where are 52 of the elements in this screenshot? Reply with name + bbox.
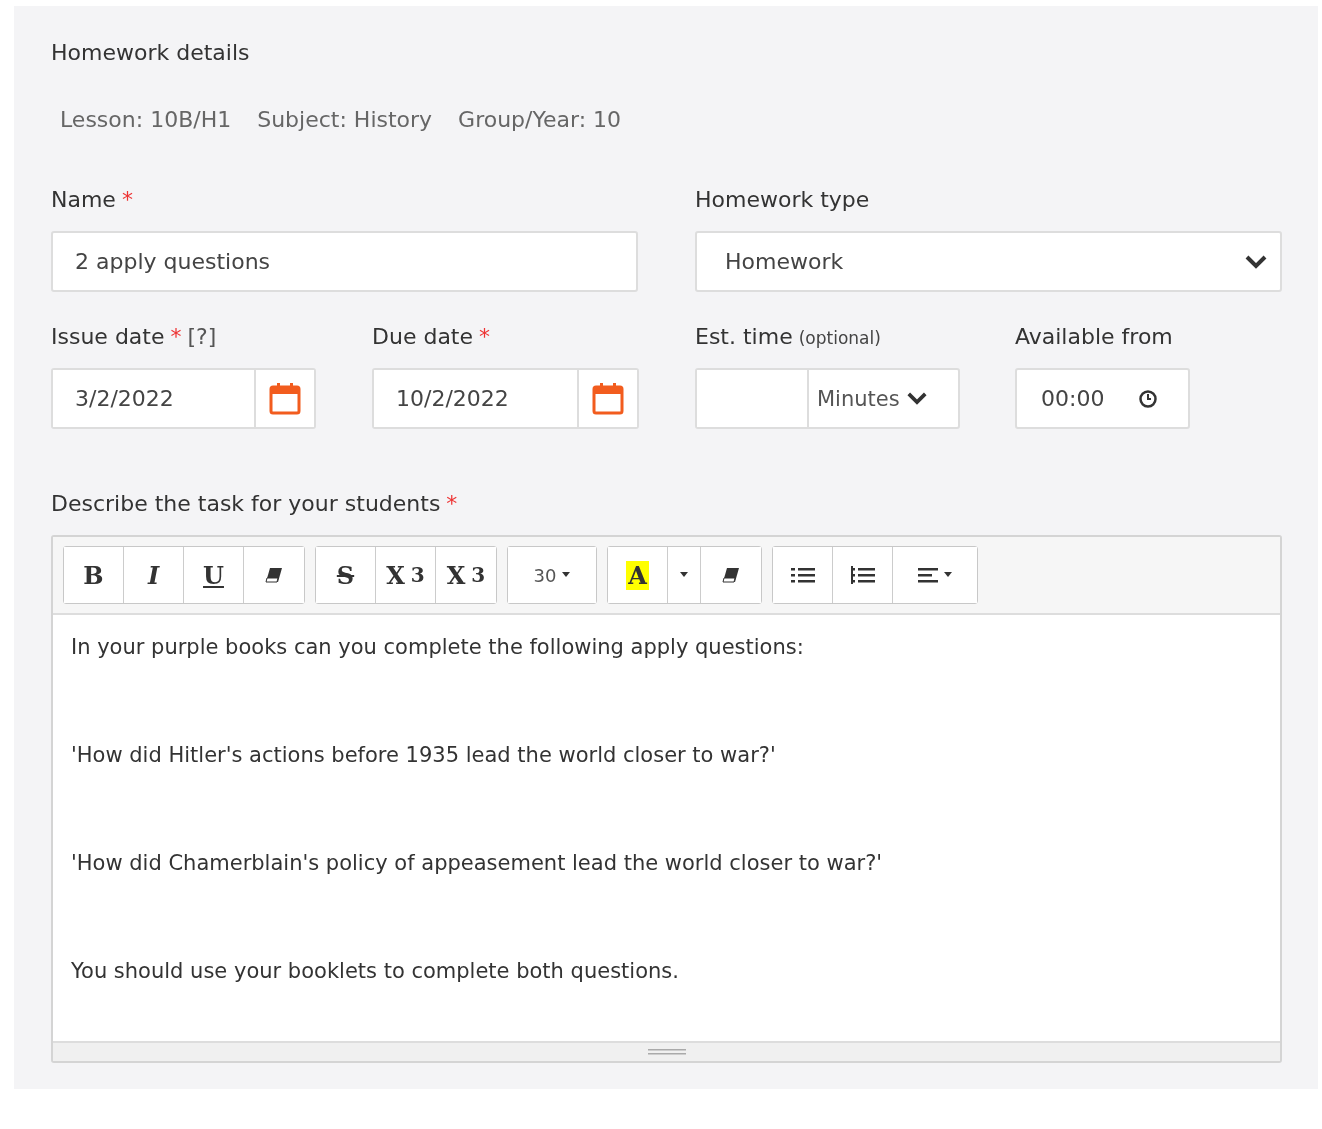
field-label: Issue date — [51, 324, 165, 349]
chevron-down-icon — [1244, 253, 1268, 270]
required-asterisk: * — [121, 187, 133, 212]
lesson-info: Subject: History — [257, 107, 433, 132]
name-field[interactable]: 2 apply questions — [51, 231, 638, 292]
caret-icon — [680, 572, 688, 578]
time-field[interactable] — [697, 370, 809, 427]
optional-hint: (optional) — [798, 328, 881, 348]
field-label: Describe the task for your students — [51, 491, 441, 516]
duration-field[interactable]: Minutes — [695, 368, 960, 429]
time-picker-field[interactable]: 00:00 — [1015, 368, 1190, 429]
field-label: Available from — [1015, 324, 1173, 349]
date-picker[interactable]: 3/2/2022 — [51, 368, 316, 429]
grip-icon — [647, 1048, 686, 1056]
calendar-icon — [592, 381, 624, 416]
font-size-dropdown[interactable]: 30 — [508, 547, 596, 603]
lesson-info: Group/Year: 10 — [458, 107, 622, 132]
task-paragraph: 'How did Hitler's actions before 1935 lead the world closer to war?' — [71, 743, 777, 767]
bulleted-list-icon — [790, 566, 815, 584]
task-paragraph: In your purple books can you complete the following apply questions: — [71, 635, 805, 659]
bulleted-list-button[interactable] — [773, 547, 833, 603]
section-title: Homework details — [51, 40, 251, 65]
numbered-list-icon — [850, 566, 875, 584]
align-icon — [918, 567, 938, 583]
caret-icon — [562, 572, 571, 578]
caret-icon — [944, 572, 952, 578]
bold-button[interactable]: B — [64, 547, 124, 603]
unit-dropdown[interactable]: Minutes — [809, 370, 938, 427]
issue-date-field[interactable]: 3/2/2022 — [53, 370, 256, 427]
field-label: Homework type — [695, 187, 870, 212]
resize-handle[interactable] — [53, 1041, 1280, 1061]
date-picker[interactable]: 10/2/2022 — [372, 368, 639, 429]
help-link[interactable]: [?] — [187, 324, 217, 349]
text-color-button[interactable]: A — [608, 547, 668, 603]
chevron-down-icon — [905, 391, 928, 406]
homework-type-dropdown[interactable]: Homework — [695, 231, 1282, 292]
field-label: Name — [51, 187, 116, 212]
required-asterisk: * — [446, 491, 458, 516]
eraser-icon — [721, 566, 741, 584]
required-asterisk: * — [170, 324, 182, 349]
due-date-field[interactable]: 10/2/2022 — [374, 370, 579, 427]
task-paragraph: 'How did Chamerblain's policy of appeasement lead the world closer to war?' — [71, 851, 884, 875]
calendar-icon — [269, 381, 301, 416]
highlighted-letter: A — [626, 560, 649, 590]
task-paragraph: You should use your booklets to complete both questions. — [71, 959, 680, 983]
clock-icon — [1138, 388, 1158, 409]
field-label: Est. time — [695, 324, 793, 349]
lesson-info: Lesson: 10B/H1 — [60, 107, 232, 132]
required-asterisk: * — [479, 324, 491, 349]
strikethrough-button[interactable]: S — [316, 547, 376, 603]
eraser-icon — [264, 566, 284, 584]
field-label: Due date — [372, 324, 474, 349]
